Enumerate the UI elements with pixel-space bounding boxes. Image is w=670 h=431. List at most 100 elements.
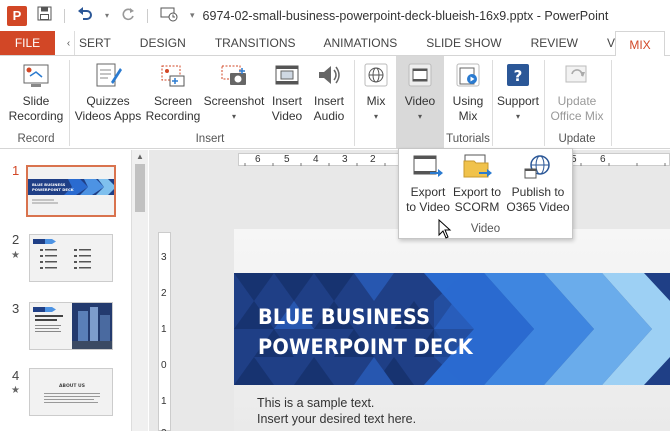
quick-access-toolbar: ▾ ▾ [37,6,195,26]
screen-recording-label-1: Screen [153,94,193,108]
quizzes-label-1: Quizzes [86,94,130,108]
slide-thumbnails-pane: 1 BLUE BUSINESS POWERPOINT DECK 2 ★ 3 4 … [0,150,148,431]
scroll-up-arrow-icon[interactable]: ▲ [136,152,144,161]
update-office-mix-label-1: Update [557,94,597,108]
export-scorm-icon [461,153,493,181]
group-label-tutorials: Tutorials [446,133,490,145]
slide-recording-label-2: Recording [8,109,64,123]
slide-number-2: 2 [12,232,20,247]
slide-title[interactable]: BLUE BUSINESS POWERPOINT DECK [258,302,473,362]
ruler-tick-label: 2 [161,288,167,299]
tab-scroll-left-icon[interactable]: ‹ [63,31,75,55]
tab-review[interactable]: REVIEW [531,31,578,55]
using-mix-label-1: Using [452,94,484,108]
export-video-icon [412,153,444,181]
screen-recording-button[interactable]: Screen Recording [144,60,202,124]
slide-canvas[interactable]: BLUE BUSINESS POWERPOINT DECK This is a … [234,229,670,431]
screen-recording-icon [158,60,188,90]
present-from-start-icon[interactable] [160,6,178,26]
ruler-tick-label: 6 [255,154,261,165]
tab-transitions[interactable]: TRANSITIONS [215,31,296,55]
scrollbar-thumb[interactable] [135,164,145,212]
vertical-ruler: 3 2 1 0 1 2 [158,232,171,431]
thumbnails-scrollbar[interactable]: ▲ [131,150,148,431]
tab-file[interactable]: FILE [0,31,55,55]
ruler-tick-label: 0 [161,360,167,371]
slide-thumbnail-1[interactable]: BLUE BUSINESS POWERPOINT DECK [26,165,116,217]
slide-body-text[interactable]: This is a sample text. Insert your desir… [257,395,416,427]
ruler-tick-label: 3 [342,154,348,165]
tab-design[interactable]: DESIGN [140,31,186,55]
tab-insert[interactable]: SERT [79,31,111,55]
export-scorm-label-2: SCORM [454,200,500,214]
using-mix-label-2: Mix [458,109,478,123]
export-to-video-button[interactable]: Export to Video [403,153,453,215]
support-button[interactable]: ? Support ▾ [495,60,541,124]
slide-2-animation-star-icon: ★ [11,250,20,261]
screenshot-button[interactable]: Screenshot ▾ [203,60,265,124]
screen-recording-label-2: Recording [145,109,201,123]
quizzes-label-2: Videos Apps [74,109,142,123]
group-label-insert: Insert [195,133,225,145]
undo-icon[interactable] [77,6,93,25]
slide-recording-button[interactable]: Slide Recording [6,60,66,124]
customize-qat-icon[interactable]: ▾ [190,10,195,21]
export-video-label-2: to Video [406,200,450,214]
group-separator [492,60,493,146]
ruler-tick-label: 3 [161,252,167,263]
toolbar-separator [147,8,149,23]
video-dropdown-menu: Export to Video Export to SCORM Publish … [398,148,573,239]
tab-slide-show[interactable]: SLIDE SHOW [426,31,501,55]
tutorial-video-icon [453,60,483,90]
ruler-tick-label: 4 [313,154,319,165]
group-separator [69,60,70,146]
tab-mix[interactable]: MIX [615,31,665,57]
ruler-tick-label: 6 [600,154,606,165]
publish-o365-label-1: Publish to [511,185,565,199]
support-label: Support [496,94,540,108]
film-strip-icon [272,60,302,90]
slide-number-4: 4 [12,368,20,383]
group-label-record: Record [17,133,55,145]
group-separator [611,60,612,146]
slide-recording-label-1: Slide [22,94,50,108]
export-to-scorm-button[interactable]: Export to SCORM [451,153,503,215]
svg-text:?: ? [514,67,523,85]
slide-recording-icon [21,60,51,90]
update-icon [562,60,592,90]
mix-button[interactable]: Mix ▾ [360,60,392,124]
update-office-mix-label-2: Office Mix [550,109,604,123]
update-office-mix-button[interactable]: Update Office Mix [546,60,608,124]
using-mix-button[interactable]: Using Mix [447,60,489,124]
insert-video-label-2: Video [271,109,303,123]
undo-dropdown-icon[interactable]: ▾ [105,11,109,20]
redo-icon[interactable] [121,7,135,25]
publish-to-o365-video-button[interactable]: Publish to O365 Video [505,153,571,215]
toolbar-separator [64,8,65,23]
video-film-icon [405,60,435,90]
slide-title-line-1: BLUE BUSINESS [258,305,431,329]
slide-thumbnail-2[interactable] [29,234,113,282]
ruler-tick-label: 1 [161,324,167,335]
save-icon[interactable] [37,6,52,25]
window-title: 6974-02-small-business-powerpoint-deck-b… [202,8,609,23]
ruler-tick-label: 1 [161,396,167,407]
dropdown-group-label-video: Video [470,223,501,235]
ruler-tick-label: 5 [284,154,290,165]
tab-animations[interactable]: ANIMATIONS [323,31,397,55]
publish-globe-icon [522,153,554,181]
svg-text:ABOUT US: ABOUT US [59,383,85,389]
insert-audio-button[interactable]: Insert Audio [309,60,349,124]
insert-audio-label-2: Audio [313,109,345,123]
insert-video-label-1: Insert [271,94,302,108]
slide-thumbnail-4[interactable]: ABOUT US [29,368,113,416]
slide-thumbnail-3[interactable] [29,302,113,350]
insert-video-button[interactable]: Insert Video [267,60,307,124]
svg-text:POWERPOINT DECK: POWERPOINT DECK [32,187,75,192]
video-button[interactable]: Video ▾ [398,60,442,124]
support-dropdown-icon: ▾ [515,112,520,121]
video-dropdown-icon: ▾ [417,112,422,121]
quizzes-videos-apps-button[interactable]: Quizzes Videos Apps [74,60,142,124]
screenshot-icon [219,60,249,90]
powerpoint-logo-icon[interactable]: P [7,5,27,26]
